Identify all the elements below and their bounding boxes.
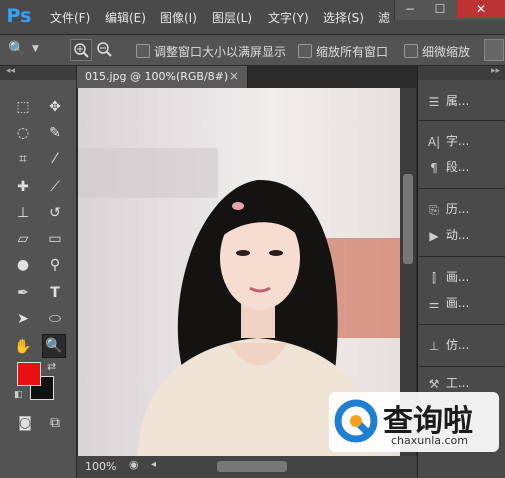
watermark-url: chaxunla.com (391, 434, 468, 447)
menu-filter[interactable]: 滤 (378, 9, 390, 26)
zoom-all-windows-checkbox[interactable] (298, 44, 312, 58)
close-tab-icon[interactable]: × (229, 69, 239, 83)
dock-item-character[interactable]: A| 字... (426, 132, 504, 154)
status-bar: 100% ◉ ◂ (77, 456, 417, 478)
history-icon: ⎘ (429, 202, 439, 217)
zoom-level[interactable]: 100% (85, 460, 116, 473)
dock-item-label: 画... (445, 296, 470, 310)
character-icon: A| (427, 134, 441, 149)
resize-windows-label: 调整窗口大小以满屏显示 (154, 45, 287, 59)
scrubby-zoom-label: 细微缩放 (422, 45, 471, 59)
history-brush-tool-icon[interactable]: ↺ (44, 202, 66, 224)
horizontal-scroll-thumb[interactable] (217, 461, 287, 472)
menu-select[interactable]: 选择(S) (323, 9, 364, 26)
brush-icon: ⚌ (428, 296, 440, 311)
paragraph-icon: ¶ (430, 160, 438, 175)
dock-item-label: 历... (445, 202, 470, 216)
path-selection-tool-icon[interactable]: ➤ (12, 308, 34, 330)
dock-item-actions[interactable]: ▶ 动... (426, 226, 504, 248)
tools-panel: ◂◂ ⬚ ✥ ◌ ✎ ⌗ ⁄ ✚ ⟋ ⊥ ↺ ▱ ▭ ● ⚲ ✒ T ➤ ⬭ ✋… (0, 66, 77, 478)
dock-item-clone-source[interactable]: ⊥ 仿... (426, 336, 504, 358)
dodge-tool-icon[interactable]: ⚲ (44, 254, 66, 276)
zoom-in-button[interactable] (70, 39, 92, 61)
lasso-tool-icon[interactable]: ◌ (12, 122, 34, 144)
zoom-tool-icon[interactable]: 🔍 (42, 334, 66, 358)
quick-selection-tool-icon[interactable]: ✎ (44, 122, 66, 144)
zoom-tool-icon[interactable]: 🔍 (8, 41, 25, 57)
maximize-button[interactable]: ☐ (425, 0, 455, 18)
move-tool-icon[interactable]: ✥ (44, 96, 66, 118)
dock-item-label: 仿... (445, 338, 470, 352)
watermark: 查询啦 chaxunla.com (329, 392, 499, 452)
zoom-in-icon (74, 43, 89, 58)
resize-windows-checkbox[interactable] (136, 44, 150, 58)
swap-colors-icon[interactable]: ⇄ (47, 360, 56, 373)
pen-tool-icon[interactable]: ✒ (12, 282, 34, 304)
tool-preset-dropdown-icon[interactable]: ▼ (32, 44, 39, 54)
screen-mode-icon[interactable]: ⧉ (44, 412, 66, 434)
scroll-left-icon[interactable]: ◂ (151, 459, 156, 470)
dock-item-paragraph[interactable]: ¶ 段... (426, 158, 504, 180)
quick-mask-icon[interactable]: ◙ (14, 412, 36, 434)
crop-tool-icon[interactable]: ⌗ (12, 148, 34, 170)
tool-presets-icon: ⚒ (428, 376, 440, 391)
dock-item-label: 属... (445, 94, 470, 108)
actions-icon: ▶ (429, 228, 439, 243)
gradient-tool-icon[interactable]: ▭ (44, 228, 66, 250)
menu-file[interactable]: 文件(F) (50, 9, 90, 26)
eraser-tool-icon[interactable]: ▱ (12, 228, 34, 250)
vertical-scroll-thumb[interactable] (403, 174, 413, 264)
menu-type[interactable]: 文字(Y) (268, 9, 309, 26)
dock-collapse-icon[interactable]: ▸▸ (418, 66, 505, 80)
dock-item-brush-presets[interactable]: ⫿ 画... (426, 268, 504, 290)
dock-item-history[interactable]: ⎘ 历... (426, 200, 504, 222)
clone-stamp-tool-icon[interactable]: ⊥ (12, 202, 34, 224)
foreground-color-swatch[interactable] (17, 362, 41, 386)
zoom-all-windows-label: 缩放所有窗口 (316, 45, 389, 59)
default-colors-icon[interactable]: ◧ (14, 390, 23, 400)
dock-item-label: 画... (445, 270, 470, 284)
window-controls: − ☐ ✕ (394, 0, 505, 20)
document-tab-title: 015.jpg @ 100%(RGB/8#) (85, 70, 229, 83)
scrubby-zoom-checkbox[interactable] (404, 44, 418, 58)
brush-tool-icon[interactable]: ⟋ (44, 176, 66, 198)
photoshop-logo: Ps (6, 5, 32, 27)
dock-item-label: 动... (445, 228, 470, 242)
clone-source-icon: ⊥ (428, 338, 440, 353)
marquee-tool-icon[interactable]: ⬚ (12, 96, 34, 118)
menu-bar: Ps 文件(F) 编辑(E) 图像(I) 图层(L) 文字(Y) 选择(S) 滤… (0, 0, 505, 35)
menu-image[interactable]: 图像(I) (160, 9, 197, 26)
spot-healing-tool-icon[interactable]: ✚ (12, 176, 34, 198)
brush-preset-icon: ⫿ (432, 270, 436, 285)
dock-item-label: 段... (445, 160, 470, 174)
zoom-out-icon (97, 42, 112, 57)
panel-collapse-icon[interactable]: ◂◂ (0, 66, 76, 80)
options-bar: 🔍 ▼ 调整窗口大小以满屏显示 缩放所有窗口 细微缩放 (0, 35, 505, 66)
status-info-icon[interactable]: ◉ (129, 458, 139, 471)
type-tool-icon[interactable]: T (44, 282, 66, 304)
ellipse-tool-icon[interactable]: ⬭ (44, 308, 66, 330)
dock-item-label: 字... (445, 134, 470, 148)
hand-tool-icon[interactable]: ✋ (12, 336, 34, 358)
eyedropper-tool-icon[interactable]: ⁄ (44, 148, 66, 170)
dock-item-label: 工... (445, 376, 470, 390)
menu-layer[interactable]: 图层(L) (212, 9, 252, 26)
minimize-button[interactable]: − (395, 0, 425, 18)
actual-pixels-button[interactable] (484, 39, 504, 61)
menu-edit[interactable]: 编辑(E) (105, 9, 146, 26)
watermark-logo-icon (334, 399, 378, 443)
document-tab[interactable]: 015.jpg @ 100%(RGB/8#) × (77, 66, 248, 88)
blur-tool-icon[interactable]: ● (12, 254, 34, 276)
zoom-out-button[interactable] (94, 39, 114, 59)
dock-item-properties[interactable]: ☰ 属... (426, 92, 504, 114)
properties-icon: ☰ (428, 94, 440, 109)
dock-item-brush[interactable]: ⚌ 画... (426, 294, 504, 316)
close-button[interactable]: ✕ (457, 0, 505, 18)
